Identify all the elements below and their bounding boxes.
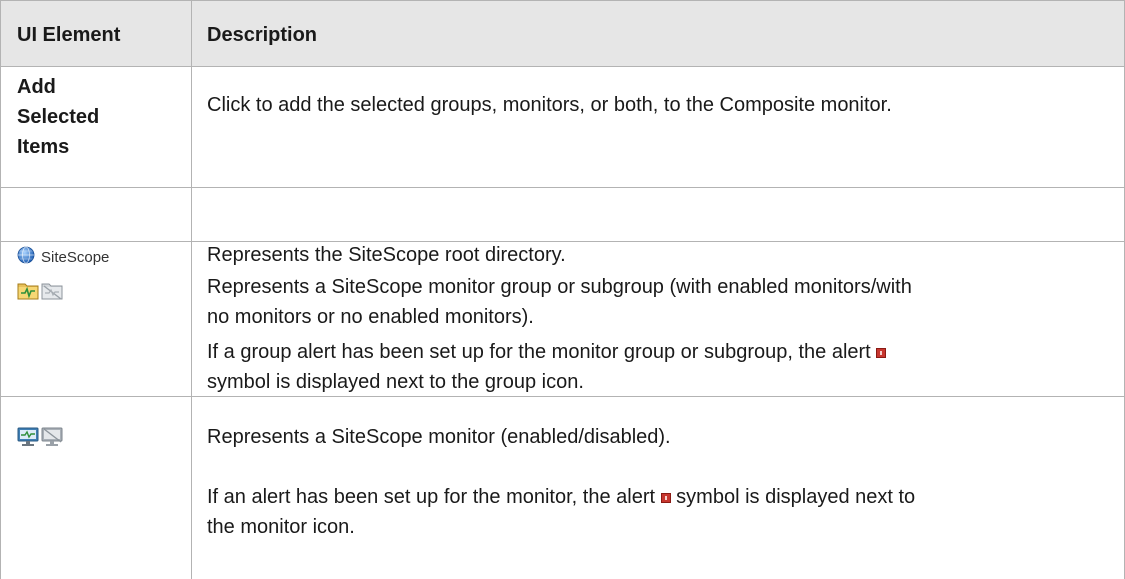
group-folder-enabled-icon xyxy=(17,280,39,305)
row-divider xyxy=(0,66,1125,67)
row-description-alert-note: If a group alert has been set up for the… xyxy=(207,337,887,397)
alert-note-text-mid: symbol is displayed next to xyxy=(676,486,916,508)
table-left-border xyxy=(0,0,1,579)
row-description: Click to add the selected groups, monito… xyxy=(207,94,892,116)
monitor-enabled-icon xyxy=(17,427,39,452)
row-description-alert-note: If an alert has been set up for the moni… xyxy=(207,482,915,542)
row-divider xyxy=(0,187,1125,188)
element-line: Selected xyxy=(17,106,100,128)
sitescope-element: SiteScope xyxy=(17,246,109,269)
alert-note-text-end: the monitor icon. xyxy=(207,516,355,538)
row-description: Represents the SiteScope root directory. xyxy=(207,244,566,266)
globe-icon xyxy=(17,246,35,269)
row-description: Represents a SiteScope monitor group or … xyxy=(207,272,912,332)
row-element-add-selected-items: Add Selected Items xyxy=(17,72,187,162)
header-ui-element: UI Element xyxy=(17,24,121,46)
alert-note-text-end: symbol is displayed next to the group ic… xyxy=(207,371,584,393)
header-description: Description xyxy=(207,24,318,46)
alert-note-text: If a group alert has been set up for the… xyxy=(207,341,871,363)
table-top-border xyxy=(0,0,1125,1)
group-folder-disabled-icon xyxy=(41,280,63,305)
description-line: Represents a SiteScope monitor group or … xyxy=(207,276,912,298)
monitor-disabled-icon xyxy=(41,427,63,452)
element-line: Items xyxy=(17,136,70,158)
alert-icon xyxy=(876,347,887,358)
sitescope-label: SiteScope xyxy=(41,249,110,266)
alert-icon xyxy=(660,492,671,503)
description-line: no monitors or no enabled monitors). xyxy=(207,306,534,328)
table-header: UI Element Description xyxy=(0,0,1125,66)
element-line: Add xyxy=(17,76,56,98)
column-divider xyxy=(191,0,192,579)
alert-note-text: If an alert has been set up for the moni… xyxy=(207,486,656,508)
row-description: Represents a SiteScope monitor (enabled/… xyxy=(207,426,671,448)
